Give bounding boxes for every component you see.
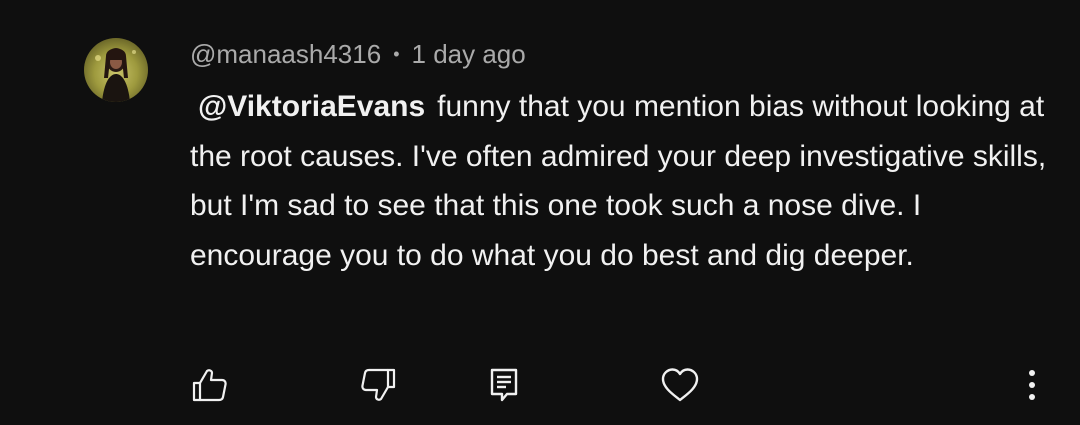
dislike-button[interactable] (354, 361, 402, 409)
meta-separator: • (393, 43, 400, 64)
like-button[interactable] (186, 361, 234, 409)
more-options-button[interactable] (1008, 361, 1056, 409)
avatar-image (95, 48, 136, 102)
author-handle[interactable]: @manaash4316 (190, 39, 381, 70)
comment-meta: @manaash4316 • 1 day ago (190, 36, 526, 72)
more-vertical-icon (1029, 370, 1035, 400)
heart-button[interactable] (656, 361, 704, 409)
reply-button[interactable] (480, 361, 528, 409)
mention-link[interactable]: @ViktoriaEvans (198, 90, 425, 123)
thumbs-down-icon (361, 368, 396, 401)
reply-comment-icon (490, 368, 518, 402)
comment-timestamp[interactable]: 1 day ago (412, 39, 526, 70)
thumbs-up-icon (192, 369, 227, 402)
comment-body: @ViktoriaEvans funny that you mention bia… (190, 82, 1050, 280)
avatar[interactable] (84, 38, 148, 102)
heart-icon (661, 368, 699, 402)
